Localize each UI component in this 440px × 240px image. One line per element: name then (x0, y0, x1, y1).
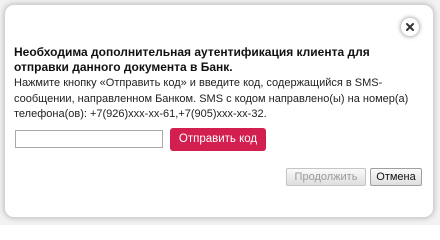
continue-button[interactable]: Продолжить (286, 168, 366, 186)
cancel-button[interactable]: Отмена (370, 168, 422, 186)
close-icon (406, 23, 414, 31)
send-code-button[interactable]: Отправить код (170, 128, 266, 151)
sms-code-input[interactable] (15, 130, 163, 148)
dialog-title: Необходима дополнительная аутентификация… (14, 45, 370, 74)
authentication-dialog: Необходима дополнительная аутентификация… (4, 4, 434, 218)
dialog-description: Нажмите кнопку «Отправить код» и введите… (14, 77, 409, 120)
close-button[interactable] (400, 17, 420, 37)
